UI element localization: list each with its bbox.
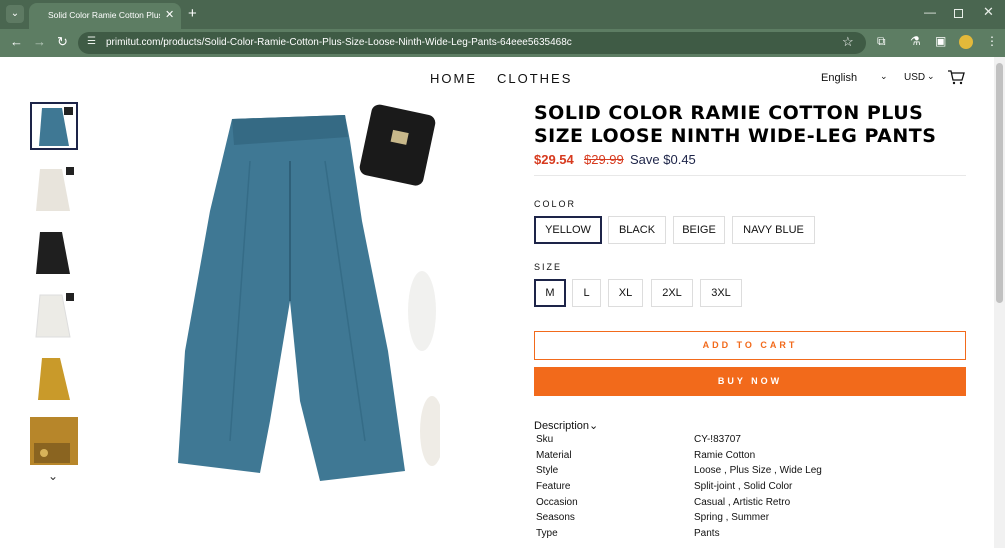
address-bar[interactable]: ☰ primitut.com/products/Solid-Color-Rami…: [78, 32, 866, 54]
new-tab-icon[interactable]: +: [188, 5, 197, 22]
spec-key: Feature: [536, 481, 571, 492]
spec-key: Sku: [536, 434, 554, 445]
color-option-yellow[interactable]: YELLOW: [534, 216, 602, 244]
size-option-3xl[interactable]: 3XL: [700, 279, 742, 307]
tab-search-icon[interactable]: ⌄: [6, 5, 24, 23]
size-option-m[interactable]: M: [534, 279, 566, 307]
spec-row: Occasion Casual , Artistic Retro: [536, 497, 966, 512]
side-panel-icon[interactable]: ▣: [935, 34, 946, 48]
spec-row: Style Loose , Plus Size , Wide Leg: [536, 465, 966, 480]
spec-key: Style: [536, 465, 559, 476]
reload-icon[interactable]: ↻: [57, 34, 68, 50]
tab-close-icon[interactable]: ✕: [165, 8, 174, 21]
minimize-icon[interactable]: —: [924, 5, 936, 19]
color-option-beige[interactable]: BEIGE: [673, 216, 725, 244]
chevron-down-icon[interactable]: ⌄: [880, 71, 888, 82]
browser-toolbar: ← → ↻ ☰ primitut.com/products/Solid-Colo…: [0, 29, 1005, 57]
spec-row: Feature Split-joint , Solid Color: [536, 481, 966, 496]
scrollbar-thumb[interactable]: [996, 63, 1003, 303]
color-option-navy-blue[interactable]: NAVY BLUE: [732, 216, 815, 244]
sale-price: $29.54: [534, 152, 574, 167]
spec-key: Type: [536, 528, 558, 539]
maximize-icon[interactable]: [954, 9, 963, 18]
cart-icon[interactable]: [947, 69, 965, 85]
url-text[interactable]: primitut.com/products/Solid-Color-Ramie-…: [106, 37, 572, 48]
profile-avatar-icon[interactable]: [959, 35, 973, 49]
spec-value: CY-!83707: [694, 434, 741, 445]
more-menu-icon[interactable]: ⋮: [986, 34, 998, 48]
thumbnail-1[interactable]: [30, 102, 78, 150]
product-main-image: [150, 101, 440, 501]
spec-key: Seasons: [536, 512, 575, 523]
spec-value: Casual , Artistic Retro: [694, 497, 791, 508]
extensions-icon[interactable]: ⧉: [877, 34, 886, 49]
page-scrollbar[interactable]: [994, 57, 1005, 548]
thumbnail-5[interactable]: [30, 354, 78, 402]
spec-value: Spring , Summer: [694, 512, 770, 523]
forward-icon[interactable]: →: [33, 34, 46, 49]
size-option-l[interactable]: L: [572, 279, 601, 307]
nav-clothes[interactable]: CLOTHES: [497, 71, 572, 86]
spec-row: Type Pants: [536, 528, 966, 543]
chevron-down-icon[interactable]: ⌄: [48, 469, 58, 483]
spec-key: Material: [536, 450, 572, 461]
thumbnail-3[interactable]: [30, 228, 78, 276]
chevron-down-icon: ⌄: [589, 420, 599, 432]
thumbnail-4[interactable]: [30, 291, 78, 339]
product-page: HOME CLOTHES English ⌄ USD ⌄ ⌄ SOLID COL…: [0, 57, 994, 548]
size-option-xl[interactable]: XL: [608, 279, 643, 307]
nav-home[interactable]: HOME: [430, 71, 477, 86]
size-option-2xl[interactable]: 2XL: [651, 279, 693, 307]
divider: [534, 175, 966, 176]
save-amount: Save $0.45: [630, 152, 696, 167]
thumbnail-6[interactable]: [30, 417, 78, 465]
browser-tab-bar: ⌄ Solid Color Ramie Cotton Plus Size Loo…: [0, 0, 1005, 29]
language-select[interactable]: English: [821, 72, 857, 84]
product-title: SOLID COLOR RAMIE COTTON PLUS SIZE LOOSE…: [534, 102, 937, 147]
window-close-icon[interactable]: ✕: [983, 4, 994, 20]
back-icon[interactable]: ←: [10, 34, 23, 49]
spec-key: Occasion: [536, 497, 578, 508]
compare-price: $29.99: [584, 152, 624, 167]
spec-value: Split-joint , Solid Color: [694, 481, 793, 492]
color-option-black[interactable]: BLACK: [608, 216, 666, 244]
browser-tab[interactable]: Solid Color Ramie Cotton Plus Size Loose…: [29, 3, 181, 29]
spec-row: Material Ramie Cotton: [536, 450, 966, 465]
site-info-icon[interactable]: ☰: [87, 36, 96, 47]
tab-title: Solid Color Ramie Cotton Plus Size Loose…: [48, 10, 160, 20]
spec-row: Sku CY-!83707: [536, 434, 966, 449]
labs-flask-icon[interactable]: ⚗: [910, 34, 921, 48]
size-label: SIZE: [534, 262, 563, 272]
currency-select[interactable]: USD: [904, 72, 925, 83]
thumbnail-2[interactable]: [30, 165, 78, 213]
description-toggle[interactable]: Description⌄: [534, 419, 598, 432]
buy-now-button[interactable]: BUY NOW: [534, 367, 966, 396]
bookmark-star-icon[interactable]: ☆: [842, 34, 854, 50]
spec-value: Pants: [694, 528, 720, 539]
spec-row: Seasons Spring , Summer: [536, 512, 966, 527]
description-label: Description: [534, 420, 590, 432]
add-to-cart-button[interactable]: ADD TO CART: [534, 331, 966, 360]
spec-value: Ramie Cotton: [694, 450, 756, 461]
color-label: COLOR: [534, 199, 577, 209]
spec-value: Loose , Plus Size , Wide Leg: [694, 465, 822, 476]
chevron-down-icon[interactable]: ⌄: [927, 71, 935, 82]
